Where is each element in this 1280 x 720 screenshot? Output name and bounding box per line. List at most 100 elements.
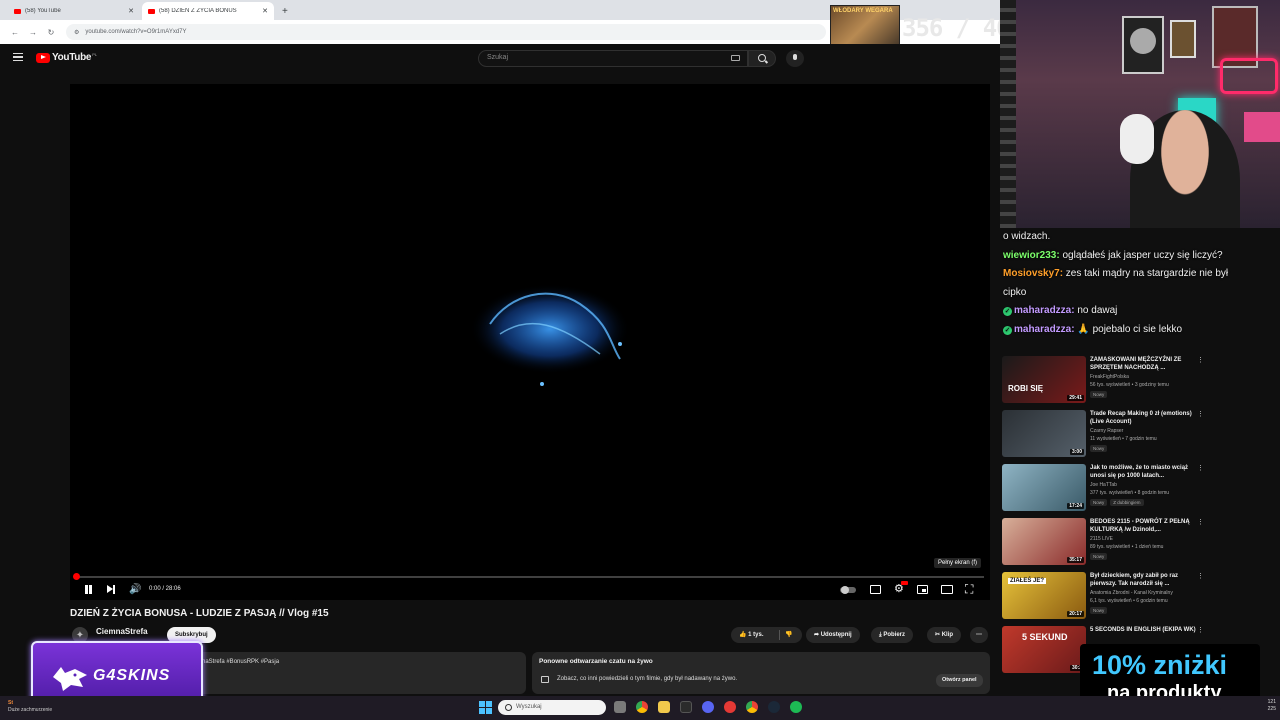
- pause-icon[interactable]: [84, 584, 92, 596]
- download-button[interactable]: ⤓ Pobierz: [871, 627, 913, 643]
- recommendation-title[interactable]: Trade Recap Making 0 zł (emotions) (Live…: [1090, 410, 1200, 426]
- video-thumbnail[interactable]: 3:00: [1002, 410, 1086, 457]
- video-thumbnail[interactable]: ZIAŁEŚ JE? 20:17: [1002, 572, 1086, 619]
- recommendation-channel[interactable]: Joe HaTTab: [1090, 482, 1117, 488]
- forward-arrow-icon[interactable]: →: [24, 28, 42, 37]
- clip-button[interactable]: ✂ Klip: [927, 627, 962, 643]
- browser-tab-youtube[interactable]: (58) YouTube ✕: [8, 2, 140, 20]
- chrome-icon[interactable]: [746, 701, 758, 713]
- voice-search-mic-icon[interactable]: [786, 50, 804, 67]
- opera-icon[interactable]: [724, 701, 736, 713]
- description-hashtags[interactable]: naStrefa #BonusRPK #Pasja: [202, 659, 279, 665]
- search-input[interactable]: Szukaj: [478, 50, 748, 67]
- recommendation-title[interactable]: BEDOES 2115 - POWRÓT Z PEŁNĄ KULTURKĄ /w…: [1090, 518, 1200, 534]
- region-code: PL: [92, 52, 98, 57]
- discord-icon[interactable]: [702, 701, 714, 713]
- subtitles-icon[interactable]: [870, 585, 881, 594]
- close-tab-icon[interactable]: ✕: [128, 7, 134, 15]
- system-clock[interactable]: 121 225: [1256, 699, 1276, 713]
- recommendation-meta: 6,1 tys. wyświetleń • 6 godzin temu: [1090, 598, 1168, 604]
- clock-date: 225: [1267, 706, 1276, 712]
- video-player[interactable]: Pełny ekran (f) 🔊 0:00 / 28:06 ⚙: [70, 84, 990, 600]
- next-video-icon[interactable]: [106, 584, 116, 596]
- neon-sign: [1220, 58, 1278, 94]
- steam-icon[interactable]: [768, 701, 780, 713]
- search-button[interactable]: [748, 50, 776, 67]
- reload-icon[interactable]: ↻: [42, 28, 60, 37]
- progress-bar[interactable]: [76, 576, 984, 578]
- address-bar[interactable]: ⚙ youtube.com/watch?v=O9r1mAYxd7Y: [66, 24, 826, 40]
- chat-text: no dawaj: [1074, 305, 1118, 316]
- badges: Nowy: [1090, 553, 1110, 560]
- windows-taskbar: St Duże zachmurzenie Wyszukaj 121 225: [0, 696, 1280, 720]
- theater-mode-icon[interactable]: [941, 585, 953, 594]
- recommendation-item[interactable]: 3:00 Trade Recap Making 0 zł (emotions) …: [1002, 410, 1204, 464]
- youtube-logo[interactable]: YouTube PL: [36, 52, 97, 63]
- chrome-icon[interactable]: [636, 701, 648, 713]
- youtube-favicon-icon: [14, 8, 21, 14]
- hamburger-menu-icon[interactable]: [13, 53, 23, 61]
- site-info-icon[interactable]: ⚙: [74, 29, 79, 36]
- chat-replay-text: Zobacz, co inni powiedzieli o tym filmie…: [557, 676, 738, 682]
- recommendation-channel[interactable]: Czarny Rapser: [1090, 428, 1123, 434]
- spotify-icon[interactable]: [790, 701, 802, 713]
- autoplay-toggle[interactable]: [840, 586, 856, 594]
- stream-chat-overlay: o widzach. wiewior233: oglądałeś jak jas…: [1003, 228, 1275, 339]
- divider: [779, 630, 780, 640]
- miniplayer-icon[interactable]: [917, 585, 928, 594]
- fullscreen-icon[interactable]: [965, 582, 977, 597]
- task-view-icon[interactable]: [614, 701, 626, 713]
- recommendation-channel[interactable]: Anatomia Zbrodni - Kanał Kryminalny: [1090, 590, 1173, 596]
- channel-name[interactable]: CiemnaStrefa: [96, 627, 148, 636]
- taskbar-search-input[interactable]: Wyszukaj: [498, 700, 606, 715]
- browser-tab-video[interactable]: (58) DZIEŃ Z ŻYCIA BONUS ✕: [142, 2, 274, 20]
- like-dislike-group: 👍 1 tys. 👎: [731, 627, 802, 643]
- recommendation-item[interactable]: 35:17 BEDOES 2115 - POWRÓT Z PEŁNĄ KULTU…: [1002, 518, 1204, 572]
- terminal-icon[interactable]: [680, 701, 692, 713]
- video-thumbnail[interactable]: 35:17: [1002, 518, 1086, 565]
- chat-text: o widzach.: [1003, 231, 1051, 242]
- weather-desc: Duże zachmurzenie: [8, 707, 53, 713]
- more-vert-icon[interactable]: ⋮: [1197, 572, 1204, 580]
- player-controls: 🔊 0:00 / 28:06 ⚙: [70, 580, 990, 600]
- more-vert-icon[interactable]: ⋮: [1197, 410, 1204, 418]
- chat-user: maharadzza:: [1014, 305, 1075, 316]
- like-button[interactable]: 👍 1 tys.: [739, 627, 763, 643]
- recommendation-title[interactable]: ZAMASKOWANI MĘŻCZYŹNI ZE SPRZĘTEM NACHOD…: [1090, 356, 1200, 372]
- dubbing-badge: Z dubbingiem: [1110, 499, 1144, 506]
- weather-widget[interactable]: St Duże zachmurzenie: [8, 700, 52, 714]
- recommendation-item[interactable]: ROBI SIĘ 29:41 ZAMASKOWANI MĘŻCZYŹNI ZE …: [1002, 356, 1204, 410]
- new-tab-button[interactable]: +: [282, 6, 288, 20]
- duration-badge: 29:41: [1067, 395, 1084, 401]
- more-vert-icon[interactable]: ⋮: [1197, 626, 1204, 634]
- recommendation-title[interactable]: 5 SECONDS IN ENGLISH (EKIPA WK): [1090, 626, 1200, 634]
- youtube-play-icon: [36, 52, 50, 63]
- settings-gear-icon[interactable]: ⚙: [894, 581, 908, 595]
- recommendation-title[interactable]: Był dzieckiem, gdy zabił po raz pierwszy…: [1090, 572, 1200, 588]
- recommendation-item[interactable]: 17:24 Jak to możliwe, że to miasto wciąż…: [1002, 464, 1204, 518]
- video-thumbnail[interactable]: ROBI SIĘ 29:41: [1002, 356, 1086, 403]
- video-thumbnail[interactable]: 17:24: [1002, 464, 1086, 511]
- open-panel-button[interactable]: Otwórz panel: [936, 674, 983, 687]
- share-button[interactable]: ➦ Udostępnij: [806, 627, 860, 643]
- scrubber-handle[interactable]: [73, 573, 80, 580]
- file-explorer-icon[interactable]: [658, 701, 670, 713]
- more-vert-icon[interactable]: ⋮: [1197, 464, 1204, 472]
- screen: (58) YouTube ✕ (58) DZIEŃ Z ŻYCIA BONUS …: [0, 0, 1280, 720]
- thumbs-down-icon[interactable]: 👎: [785, 627, 792, 643]
- recommendation-meta: 89 tys. wyświetleń • 1 dzień temu: [1090, 544, 1164, 550]
- back-arrow-icon[interactable]: ←: [6, 28, 24, 37]
- more-actions-button[interactable]: ⋯: [970, 627, 988, 643]
- more-vert-icon[interactable]: ⋮: [1197, 518, 1204, 526]
- recommendation-title[interactable]: Jak to możliwe, że to miasto wciąż unosi…: [1090, 464, 1200, 480]
- recommendation-item[interactable]: ZIAŁEŚ JE? 20:17 Był dzieckiem, gdy zabi…: [1002, 572, 1204, 626]
- video-thumbnail[interactable]: 5 SEKUND 30:2: [1002, 626, 1086, 673]
- keyboard-icon[interactable]: [731, 55, 740, 61]
- chat-message: ✓ maharadzza: no dawaj: [1003, 302, 1275, 321]
- windows-start-icon[interactable]: [479, 701, 492, 714]
- close-tab-icon[interactable]: ✕: [262, 7, 268, 15]
- volume-icon[interactable]: 🔊: [129, 584, 141, 596]
- recommendation-channel[interactable]: 2115 LIVE: [1090, 536, 1113, 542]
- recommendation-channel[interactable]: FreakFightPolska: [1090, 374, 1129, 380]
- more-vert-icon[interactable]: ⋮: [1197, 356, 1204, 364]
